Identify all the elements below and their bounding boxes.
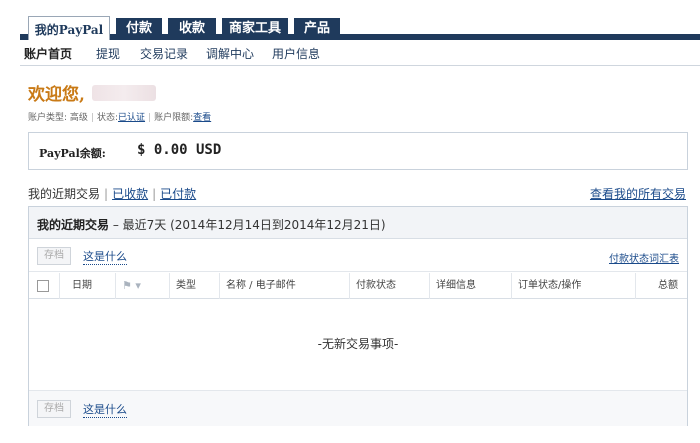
select-all-cell (29, 273, 59, 299)
panel-toolbar-bottom: 存档 这是什么 (29, 390, 687, 426)
what-is-this-link[interactable]: 这是什么 (83, 248, 127, 265)
balance-amount: $ 0.00 USD (137, 142, 222, 158)
col-payment-status[interactable]: 付款状态 (349, 273, 429, 299)
recent-transactions-panel: 我的近期交易 – 最近7天 (2014年12月14日到2014年12月21日) … (28, 206, 688, 426)
tab-pay[interactable]: 付款 (116, 18, 162, 40)
table-header: 日期 ⚑ ▾ 类型 名称 / 电子邮件 付款状态 详细信息 订单状态/操作 总额 (29, 273, 687, 299)
col-total[interactable]: 总额 (635, 273, 689, 299)
status-verified-link[interactable]: 已认证 (118, 113, 145, 123)
panel-date-range: – 最近7天 (2014年12月14日到2014年12月21日) (109, 218, 386, 232)
separator: | (104, 187, 109, 201)
col-flag[interactable]: ⚑ ▾ (115, 273, 169, 299)
account-type-value: 高级 (69, 113, 88, 123)
col-order-status[interactable]: 订单状态/操作 (511, 273, 635, 299)
filter-recent: 我的近期交易 (28, 187, 101, 201)
empty-message: -无新交易事项- (317, 337, 399, 351)
top-navigation: 我的PayPal 付款 收款 商家工具 产品 (0, 0, 700, 42)
limit-label: 账户限额: (154, 113, 194, 123)
col-type[interactable]: 类型 (169, 273, 219, 299)
panel-title: 我的近期交易 (37, 218, 110, 232)
sub-navigation: 账户首页 提现 交易记录 调解中心 用户信息 (20, 40, 700, 66)
subnav-profile[interactable]: 用户信息 (272, 45, 320, 62)
what-is-this-link-bottom[interactable]: 这是什么 (83, 401, 127, 418)
separator: | (148, 113, 152, 123)
transaction-filter: 我的近期交易 | 已收款 | 已付款 (28, 185, 196, 202)
panel-header: 我的近期交易 – 最近7天 (2014年12月14日到2014年12月21日) (29, 207, 687, 239)
balance-box: PayPal余额: $ 0.00 USD (28, 132, 688, 170)
select-all-checkbox[interactable] (37, 280, 49, 292)
separator: | (152, 187, 157, 201)
subnav-resolution-center[interactable]: 调解中心 (206, 45, 254, 62)
subnav-account-home[interactable]: 账户首页 (24, 45, 72, 62)
account-type-label: 账户类型: (28, 113, 68, 123)
panel-toolbar-top: 存档 这是什么 付款状态词汇表 (29, 240, 687, 272)
payment-status-glossary-link[interactable]: 付款状态词汇表 (609, 250, 679, 265)
view-limit-link[interactable]: 查看 (193, 113, 211, 123)
subnav-withdraw[interactable]: 提现 (96, 45, 120, 62)
account-info: 账户类型: 高级 | 状态:已认证 | 账户限额:查看 (28, 110, 211, 123)
tab-products[interactable]: 产品 (294, 18, 340, 40)
balance-label: PayPal余额: (39, 147, 106, 160)
status-label: 状态: (96, 113, 119, 123)
separator: | (90, 113, 94, 123)
archive-button-bottom[interactable]: 存档 (37, 400, 71, 418)
filter-paid-link[interactable]: 已付款 (160, 187, 196, 201)
tab-merchant-tools[interactable]: 商家工具 (222, 18, 288, 40)
archive-button[interactable]: 存档 (37, 247, 71, 265)
col-details[interactable]: 详细信息 (429, 273, 511, 299)
user-name-redacted (92, 85, 156, 101)
subnav-history[interactable]: 交易记录 (140, 45, 188, 62)
tab-receive[interactable]: 收款 (168, 18, 216, 40)
welcome-heading: 欢迎您, (28, 85, 85, 105)
view-all-transactions-link[interactable]: 查看我的所有交易 (590, 185, 686, 202)
tab-my-paypal[interactable]: 我的PayPal (28, 16, 110, 42)
col-name-email[interactable]: 名称 / 电子邮件 (219, 273, 349, 299)
panel-title-wrap: 我的近期交易 – 最近7天 (2014年12月14日到2014年12月21日) (37, 216, 386, 233)
col-date[interactable]: 日期 (59, 273, 115, 299)
flag-icon: ⚑ ▾ (122, 279, 141, 292)
filter-received-link[interactable]: 已收款 (112, 187, 148, 201)
